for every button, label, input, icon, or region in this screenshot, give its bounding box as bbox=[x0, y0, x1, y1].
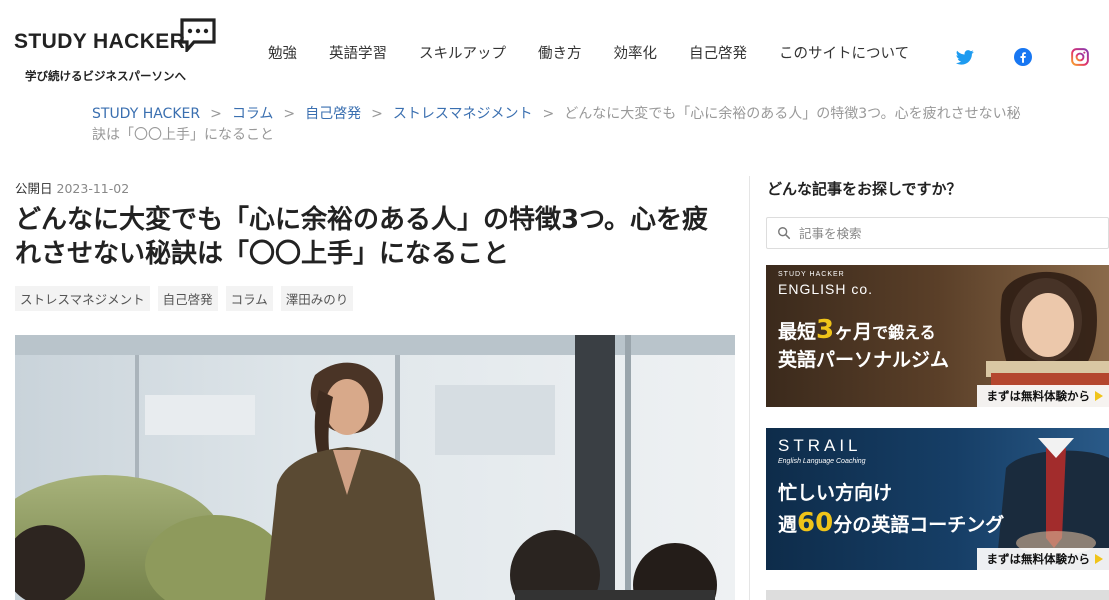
banner-line-2-post: 分の英語コーチング bbox=[833, 514, 1005, 536]
column-divider bbox=[749, 176, 750, 600]
banner-partial[interactable] bbox=[766, 590, 1109, 600]
arrow-right-icon bbox=[1095, 391, 1103, 401]
publish-date: 公開日 2023-11-02 bbox=[15, 178, 129, 197]
banner-brand: STRAIL bbox=[778, 436, 862, 455]
nav-item-work[interactable]: 働き方 bbox=[538, 44, 582, 64]
site-logo[interactable]: STUDY HACKER 学び続けるビジネスパーソンへ bbox=[14, 18, 219, 88]
nav-item-study[interactable]: 勉強 bbox=[268, 44, 297, 64]
breadcrumb-self-development[interactable]: 自己啓発 bbox=[305, 106, 361, 122]
banner-line-2-pre: 週 bbox=[778, 514, 798, 536]
banner-line-1-post: で鍛える bbox=[872, 323, 936, 342]
breadcrumb: STUDY HACKER > コラム > 自己啓発 > ストレスマネジメント > どんなに大変で… bbox=[92, 104, 1032, 146]
banner-line-1-mid: ヶ月 bbox=[834, 321, 873, 343]
tag-stress-management[interactable]: ストレスマネジメント bbox=[15, 286, 150, 311]
banner-line-2-num: 60 bbox=[797, 508, 834, 538]
banner-line-2: 英語パーソナルジム bbox=[778, 349, 950, 371]
breadcrumb-separator: > bbox=[371, 106, 383, 122]
banner-cta-label: まずは無料体験から bbox=[986, 389, 1091, 403]
tag-self-development[interactable]: 自己啓発 bbox=[157, 286, 218, 311]
breadcrumb-home[interactable]: STUDY HACKER bbox=[92, 106, 200, 122]
main-nav: 勉強 英語学習 スキルアップ 働き方 効率化 自己啓発 このサイトについて bbox=[268, 44, 941, 64]
tag-author[interactable]: 澤田みのり bbox=[280, 286, 354, 311]
banner-cta[interactable]: まずは無料体験から bbox=[976, 385, 1109, 407]
speech-bubble-icon bbox=[180, 18, 216, 52]
banner-brand-top: STUDY HACKER bbox=[778, 271, 845, 278]
logo-tagline: 学び続けるビジネスパーソンへ bbox=[25, 69, 186, 83]
instagram-icon[interactable] bbox=[1070, 47, 1090, 67]
banner-brand-sub: English Language Coaching bbox=[778, 458, 866, 465]
article-hero-image bbox=[15, 335, 735, 600]
nav-item-about[interactable]: このサイトについて bbox=[779, 44, 909, 64]
breadcrumb-separator: > bbox=[210, 106, 222, 122]
banner-line-1: 忙しい方向け bbox=[778, 482, 893, 504]
breadcrumb-separator: > bbox=[542, 106, 555, 122]
search-input[interactable] bbox=[799, 225, 1099, 241]
banner-strail[interactable]: STRAIL English Language Coaching 忙しい方向け … bbox=[766, 428, 1109, 570]
article-title: どんなに大変でも「心に余裕のある人」の特徴3つ。心を疲れさせない秘訣は「〇〇上手… bbox=[15, 205, 709, 269]
tag-column[interactable]: コラム bbox=[225, 286, 273, 311]
hero-photo-illustration bbox=[15, 335, 735, 600]
breadcrumb-separator: > bbox=[283, 106, 296, 122]
sidebar-heading: どんな記事をお探しですか？ bbox=[767, 180, 962, 198]
banner-cta-label: まずは無料体験から bbox=[986, 552, 1091, 566]
publish-date-value: 2023-11-02 bbox=[56, 181, 130, 196]
breadcrumb-stress-management[interactable]: ストレスマネジメント bbox=[393, 106, 533, 122]
nav-item-skillup[interactable]: スキルアップ bbox=[419, 44, 506, 64]
banner-cta[interactable]: まずは無料体験から bbox=[976, 548, 1109, 570]
logo-text: STUDY HACKER bbox=[14, 30, 186, 53]
banner-line-1-num: 3 bbox=[816, 315, 835, 345]
article-tags: ストレスマネジメント 自己啓発 コラム 澤田みのり bbox=[15, 286, 354, 311]
nav-item-self-development[interactable]: 自己啓発 bbox=[689, 44, 747, 64]
breadcrumb-column[interactable]: コラム bbox=[232, 106, 274, 122]
banner-line-1: 最短3ヶ月で鍛える bbox=[778, 315, 936, 345]
search-box[interactable] bbox=[766, 217, 1109, 249]
facebook-icon[interactable] bbox=[1013, 47, 1033, 67]
banner-line-1-pre: 最短 bbox=[778, 321, 817, 343]
nav-item-efficiency[interactable]: 効率化 bbox=[614, 44, 658, 64]
arrow-right-icon bbox=[1095, 554, 1103, 564]
nav-item-english[interactable]: 英語学習 bbox=[329, 44, 387, 64]
banner-line-2: 週60分の英語コーチング bbox=[778, 508, 1004, 538]
search-icon bbox=[778, 227, 791, 240]
banner-brand: ENGLISH co. bbox=[778, 281, 874, 297]
site-header: STUDY HACKER 学び続けるビジネスパーソンへ 勉強 英語学習 スキルア… bbox=[0, 0, 1109, 92]
publish-date-label: 公開日 bbox=[15, 181, 53, 196]
banner-english-gym[interactable]: STUDY HACKER ENGLISH co. 最短3ヶ月で鍛える 英語パーソ… bbox=[766, 265, 1109, 407]
twitter-icon[interactable] bbox=[955, 47, 975, 67]
